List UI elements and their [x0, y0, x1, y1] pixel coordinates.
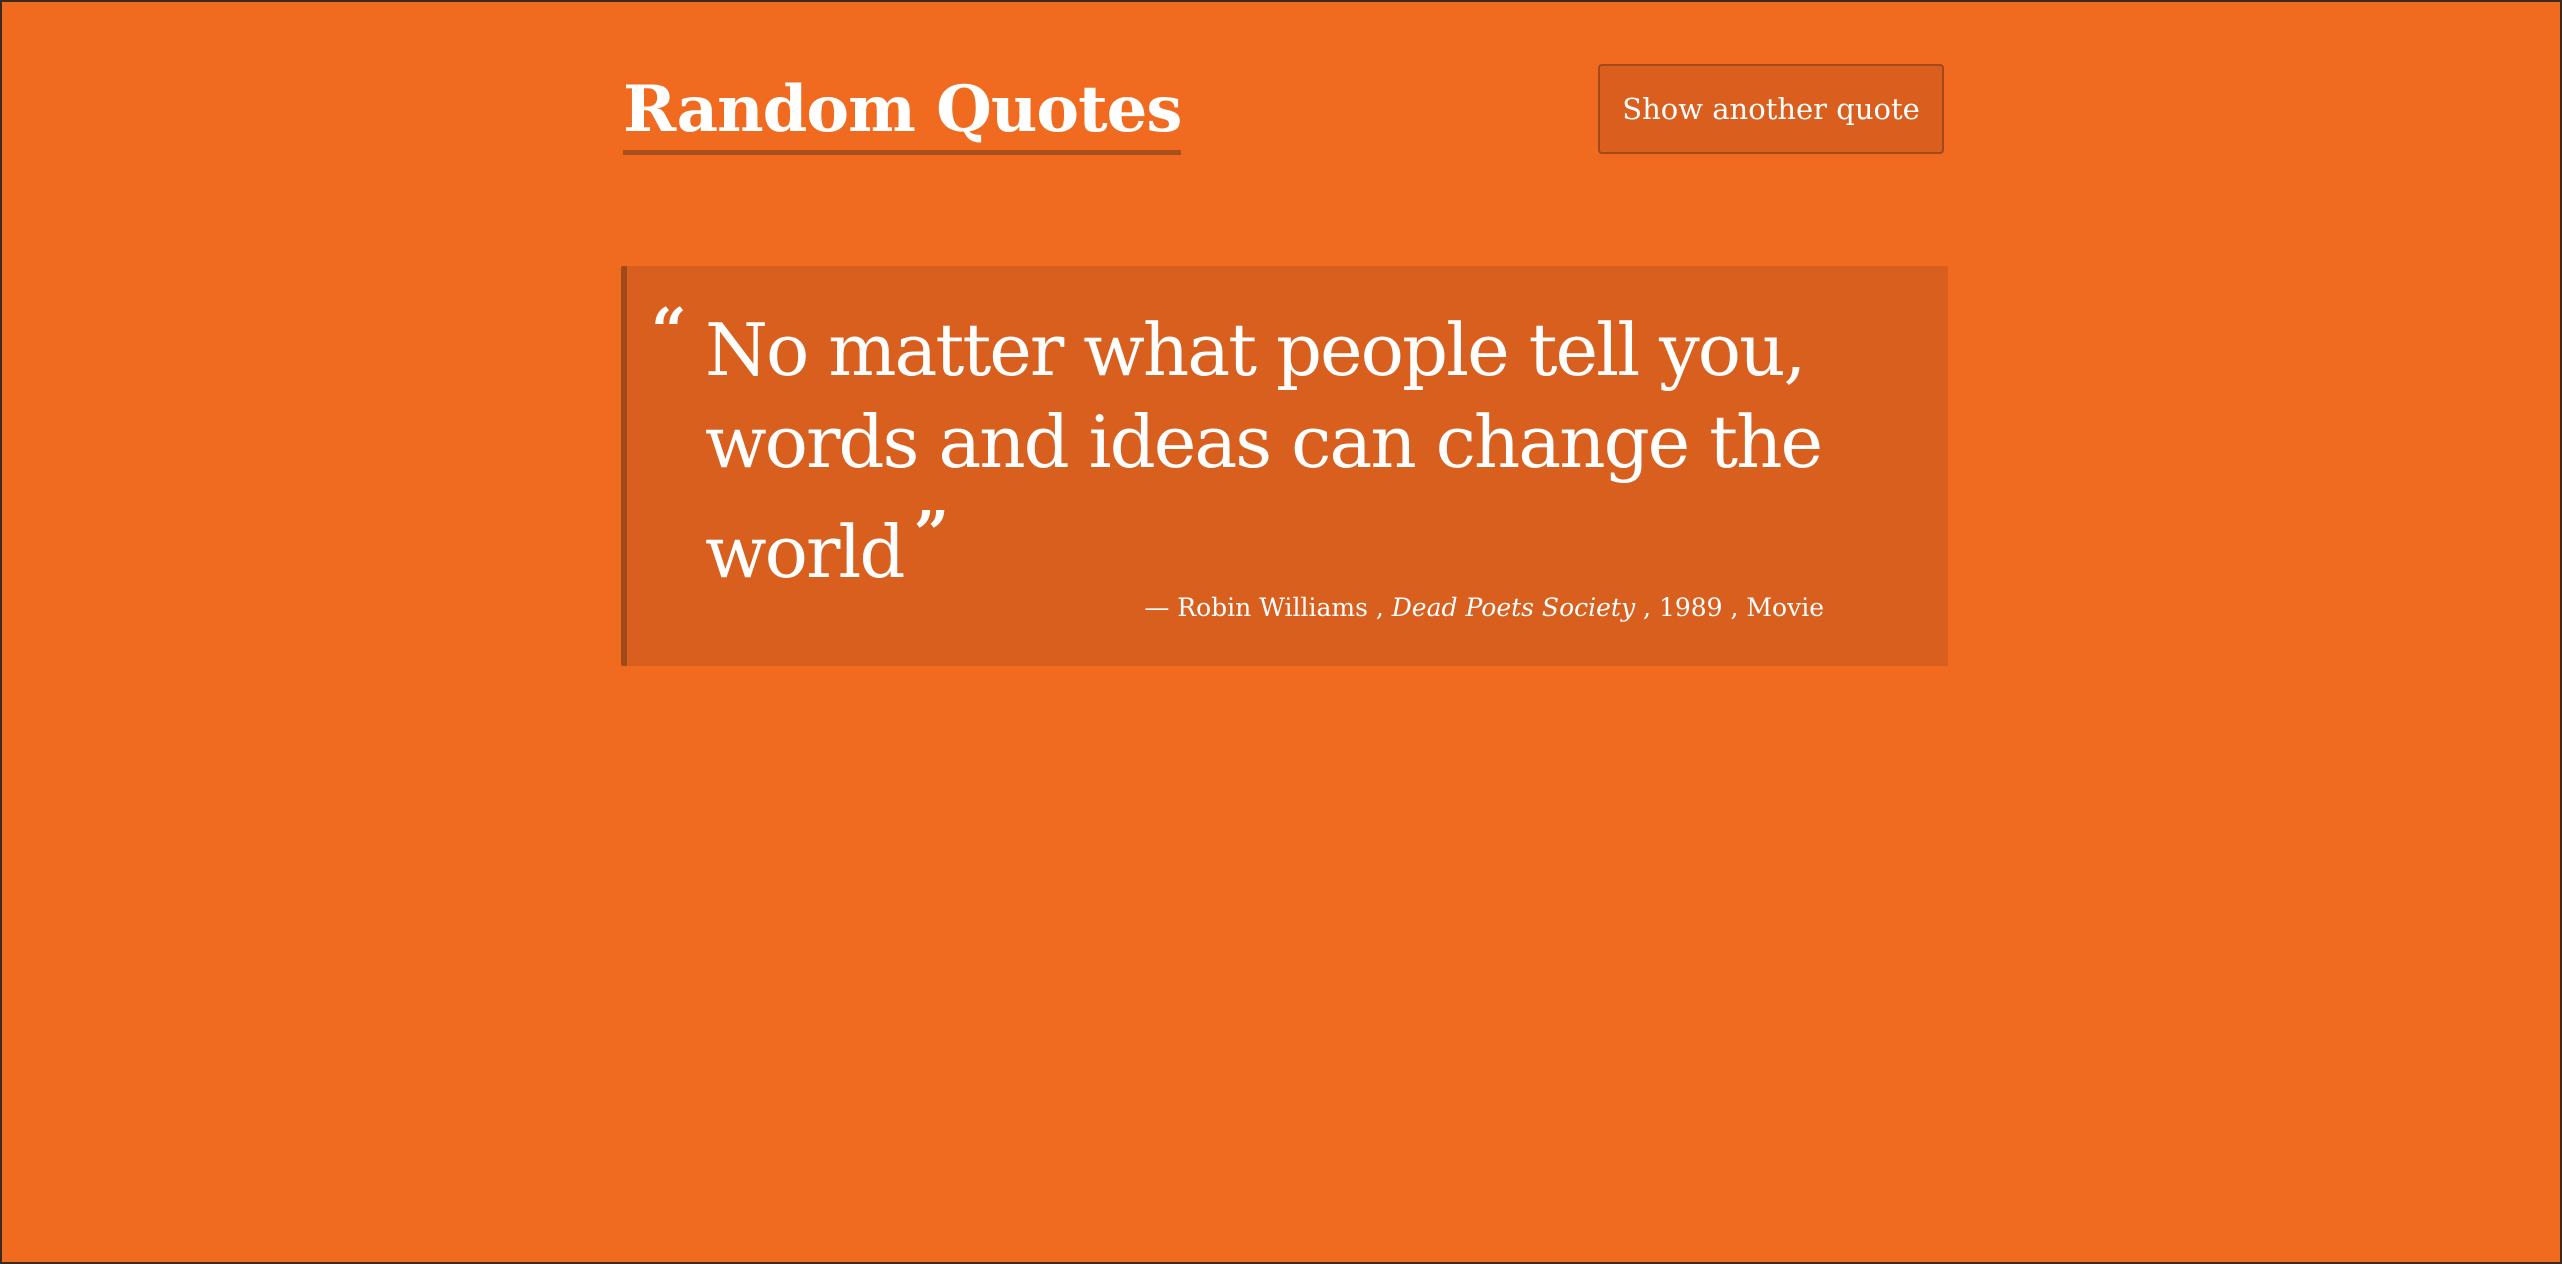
quote-work: Dead Poets Society [1391, 593, 1636, 622]
header: Random Quotes Show another quote [621, 64, 1948, 160]
quote-year: 1989 [1658, 593, 1723, 622]
quote-text-block: No matter what people tell you, words an… [705, 304, 1865, 598]
separator: , [1730, 593, 1739, 622]
separator: , [1643, 593, 1651, 622]
open-quote-icon: “ [651, 294, 687, 367]
page: Random Quotes Show another quote “ No ma… [621, 2, 1948, 1262]
quote-card: “ No matter what people tell you, words … [621, 266, 1948, 666]
attribution-dash: — [1144, 593, 1170, 622]
site-title-link[interactable]: Random Quotes [623, 72, 1182, 155]
quote-text: No matter what people tell you, words an… [705, 308, 1823, 594]
close-quote-icon: ” [913, 497, 950, 570]
quote-medium: Movie [1746, 593, 1824, 622]
separator: , [1375, 593, 1384, 622]
show-another-quote-button[interactable]: Show another quote [1598, 64, 1944, 154]
quote-author: Robin Williams [1177, 593, 1368, 622]
quote-attribution: — Robin Williams , Dead Poets Society , … [1144, 593, 1824, 623]
